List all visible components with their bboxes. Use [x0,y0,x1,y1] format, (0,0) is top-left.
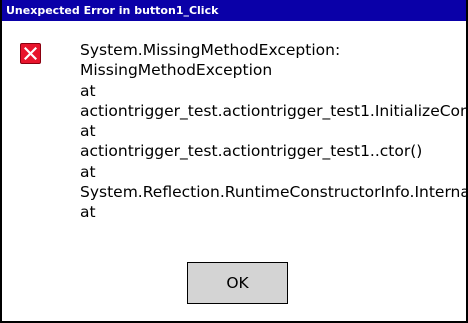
message-line: actiontrigger_test.actiontrigger_test1..… [80,142,423,161]
ok-button[interactable]: OK [187,262,288,304]
error-icon [20,43,41,64]
dialog-title: Unexpected Error in button1_Click [2,0,466,21]
message-line: at [80,162,96,181]
error-dialog: Unexpected Error in button1_Click System… [0,0,468,323]
message-line: actiontrigger_test.actiontrigger_test1.I… [80,101,466,120]
close-x-glyph-icon [24,47,37,60]
message-line: System.Reflection.RuntimeConstructorInfo… [80,183,468,202]
error-message: System.MissingMethodException: MissingMe… [80,40,468,223]
message-line: at [80,81,96,100]
message-line: at [80,203,96,222]
message-line: at [80,122,96,141]
message-line: System.MissingMethodException: [80,41,341,59]
message-line: MissingMethodException [80,61,273,80]
